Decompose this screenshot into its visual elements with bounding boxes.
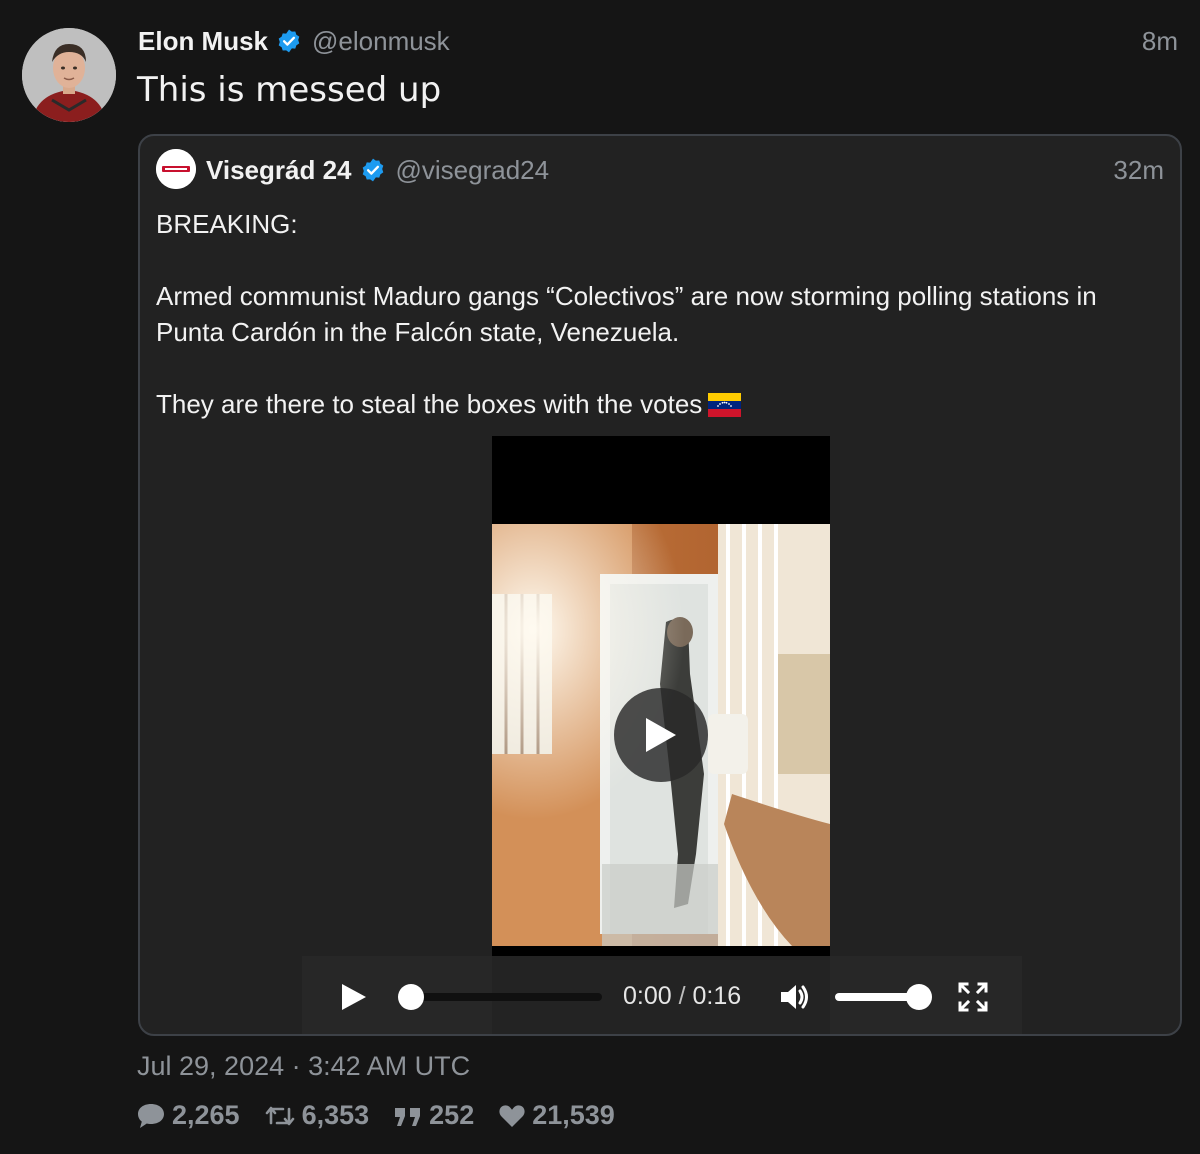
quote-icon — [395, 1107, 421, 1126]
volume-icon — [781, 985, 808, 1009]
heart-icon — [499, 1104, 525, 1127]
reply-count: 2,265 — [172, 1100, 240, 1130]
play-icon — [342, 984, 366, 1010]
paragraph: BREAKING: — [156, 209, 298, 239]
play-button[interactable] — [338, 982, 368, 1012]
author-name[interactable]: Elon Musk — [138, 26, 268, 57]
avatar-image — [22, 28, 116, 122]
reply-icon — [138, 1103, 164, 1128]
quoted-tweet-header: Visegrád 24 @visegrad24 32m — [206, 150, 1164, 190]
seek-handle[interactable] — [398, 984, 424, 1010]
paragraph: They are there to steal the boxes with t… — [156, 386, 1156, 422]
tweet-time[interactable]: 8m — [1142, 26, 1178, 57]
quoted-author-avatar[interactable] — [156, 149, 196, 189]
retweet-count: 6,353 — [301, 1100, 370, 1130]
duration: 0:16 — [692, 982, 742, 1010]
tweet-stats: 2,265 6,353 252 21,539 — [136, 1100, 639, 1131]
seek-bar[interactable] — [406, 993, 602, 1001]
like-stat[interactable]: 21,539 — [498, 1100, 615, 1131]
retweet-icon — [265, 1106, 294, 1125]
quoted-author-handle[interactable]: @visegrad24 — [396, 155, 550, 186]
tweet-header: Elon Musk @elonmusk 8m — [138, 24, 1178, 58]
verified-badge-icon — [360, 157, 386, 183]
reply-stat[interactable]: 2,265 — [136, 1100, 240, 1131]
quote-count: 252 — [429, 1100, 475, 1130]
quoted-tweet-time[interactable]: 32m — [1113, 155, 1164, 186]
fullscreen-icon — [958, 982, 988, 1012]
visegrad-logo-icon — [156, 149, 196, 189]
video-play-overlay-button[interactable] — [614, 688, 708, 782]
video-player[interactable] — [492, 436, 830, 1034]
video-controls-bar: 0:00 / 0:16 — [302, 956, 1022, 1034]
venezuela-flag-icon — [708, 390, 742, 417]
tweet-text: This is messed up — [137, 70, 442, 110]
like-count: 21,539 — [532, 1100, 615, 1130]
paragraph-text: They are there to steal the boxes with t… — [156, 389, 703, 419]
current-time: 0:00 — [623, 982, 672, 1010]
paragraph: Armed communist Maduro gangs “Colectivos… — [156, 281, 1097, 347]
volume-button[interactable] — [778, 980, 812, 1014]
author-handle[interactable]: @elonmusk — [312, 26, 450, 57]
video-time-display: 0:00 / 0:16 — [623, 982, 741, 1011]
tweet-date[interactable]: Jul 29, 2024 · 3:42 AM UTC — [137, 1051, 470, 1082]
quoted-tweet-text: BREAKING: Armed communist Maduro gangs “… — [156, 206, 1156, 422]
play-icon — [646, 718, 676, 752]
retweet-stat[interactable]: 6,353 — [264, 1100, 370, 1131]
fullscreen-button[interactable] — [958, 982, 988, 1012]
quoted-tweet-card[interactable]: Visegrád 24 @visegrad24 32m BREAKING: Ar… — [138, 134, 1182, 1036]
verified-badge-icon — [276, 28, 302, 54]
quoted-author-name[interactable]: Visegrád 24 — [206, 155, 352, 186]
time-separator: / — [678, 982, 686, 1010]
author-avatar[interactable] — [22, 28, 116, 122]
volume-handle[interactable] — [906, 984, 932, 1010]
quote-stat[interactable]: 252 — [393, 1100, 474, 1131]
